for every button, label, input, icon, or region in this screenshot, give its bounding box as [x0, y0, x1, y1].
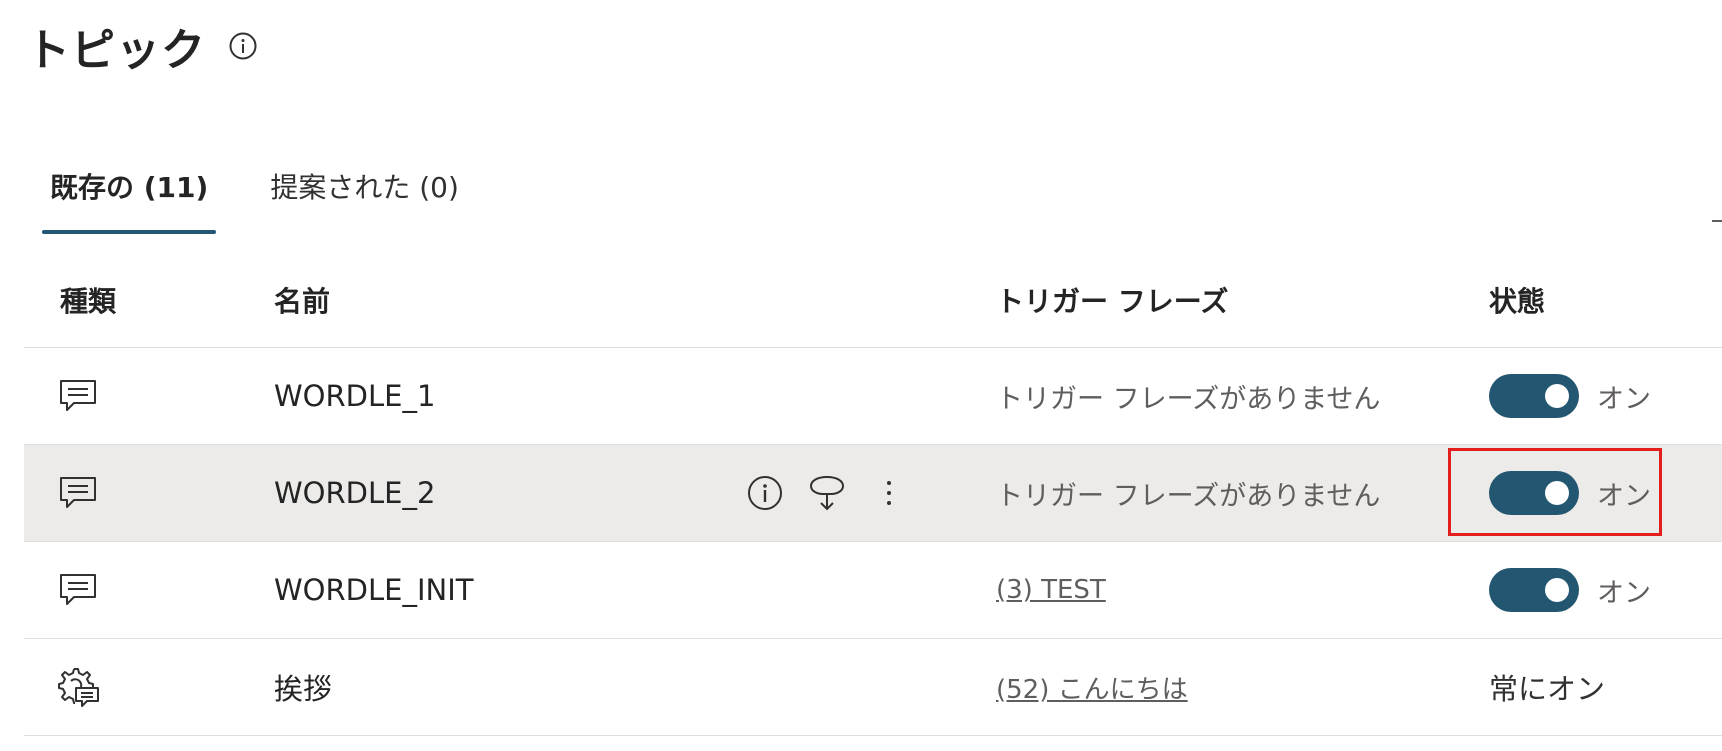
chat-bubble-icon — [58, 378, 98, 414]
chat-bubble-icon — [58, 572, 98, 608]
topic-name[interactable]: 挨拶 — [274, 639, 332, 735]
page-title: トピック — [26, 25, 206, 76]
status-cell: オン — [1489, 542, 1651, 638]
status-text: 常にオン — [1489, 672, 1606, 706]
topic-name[interactable]: WORDLE_INIT — [274, 542, 473, 638]
info-circle-icon[interactable] — [734, 462, 796, 524]
download-bubble-icon[interactable] — [796, 462, 858, 524]
trigger-phrases: トリガー フレーズがありません — [996, 480, 1381, 512]
topic-tabs: 既存の (11) 提案された (0) — [42, 150, 467, 234]
tab-existing[interactable]: 既存の (11) — [42, 150, 217, 234]
topic-name[interactable]: WORDLE_1 — [274, 348, 435, 444]
trigger-phrases: トリガー フレーズがありません — [996, 383, 1381, 415]
info-circle-icon[interactable] — [228, 31, 258, 61]
title-row: トピック — [26, 14, 258, 78]
type-cell — [58, 445, 98, 541]
type-cell — [58, 542, 98, 638]
more-vertical-icon[interactable] — [858, 462, 920, 524]
trigger-phrases-link[interactable]: (3) TEST — [996, 575, 1106, 605]
toggle-knob — [1545, 578, 1569, 602]
type-cell — [58, 639, 100, 735]
status-cell: 常にオン — [1489, 639, 1605, 735]
tab-suggested[interactable]: 提案された (0) — [262, 150, 467, 234]
type-cell — [58, 348, 98, 444]
table-row[interactable]: WORDLE_INIT (3) TEST オン — [24, 542, 1722, 639]
column-header-status[interactable]: 状態 — [1489, 280, 1545, 320]
status-label: オン — [1597, 383, 1651, 415]
trigger-phrases-link[interactable]: (52) こんにちは — [996, 669, 1188, 706]
status-label: オン — [1597, 577, 1651, 609]
chat-bubble-icon — [58, 475, 98, 511]
topics-page: トピック 既存の (11) 提案された (0) 種類 名前 トリガー フレーズ … — [0, 0, 1722, 751]
table-header: 種類 名前 トリガー フレーズ 状態 — [24, 252, 1722, 348]
table-row[interactable]: 挨拶 (52) こんにちは 常にオン — [24, 639, 1722, 736]
column-header-type[interactable]: 種類 — [60, 280, 116, 320]
highlight-annotation-box — [1448, 448, 1662, 536]
row-actions — [734, 445, 920, 541]
status-toggle[interactable] — [1489, 374, 1579, 418]
toggle-knob — [1545, 384, 1569, 408]
gear-chat-icon — [58, 666, 100, 708]
status-cell: オン — [1489, 348, 1651, 444]
table-row[interactable]: WORDLE_1 トリガー フレーズがありません オン — [24, 348, 1722, 445]
trigger-phrases-cell: (52) こんにちは — [996, 639, 1188, 735]
topic-name[interactable]: WORDLE_2 — [274, 445, 435, 541]
column-header-name[interactable]: 名前 — [274, 280, 330, 320]
column-header-trigger[interactable]: トリガー フレーズ — [996, 280, 1228, 320]
edge-divider — [1712, 220, 1722, 222]
trigger-phrases-cell: (3) TEST — [996, 542, 1106, 638]
status-toggle[interactable] — [1489, 568, 1579, 612]
